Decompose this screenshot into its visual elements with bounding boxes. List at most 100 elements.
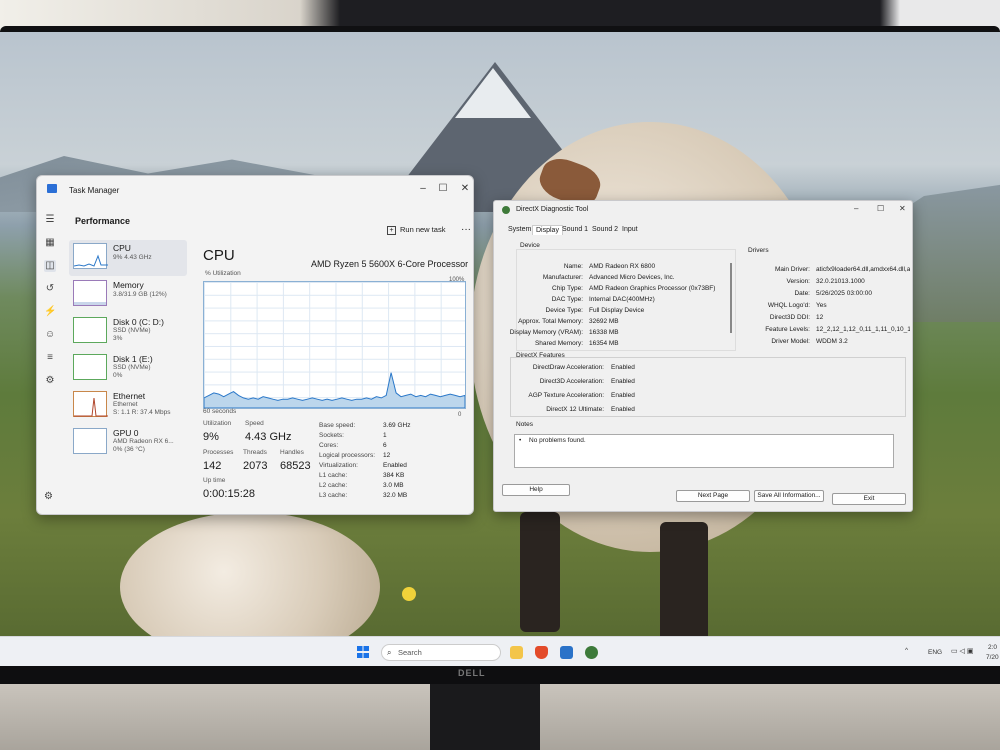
device-key: Display Memory (VRAM):: [509, 329, 583, 336]
tab-sound-1[interactable]: Sound 1: [562, 226, 588, 233]
monitor-chin: [0, 666, 1000, 684]
utilization-label: Utilization: [203, 420, 232, 427]
tab-input[interactable]: Input: [622, 226, 638, 233]
handles-label: Handles: [280, 449, 304, 456]
settings-icon[interactable]: ⚙: [44, 491, 53, 502]
network-volume-icons[interactable]: ▭ ◁ ▣: [951, 647, 974, 655]
utilization-value: 9%: [203, 431, 219, 443]
uptime-value: 0:00:15:28: [203, 488, 255, 500]
resource-sub: 3%: [113, 335, 123, 342]
ethernet-mini-graph: [73, 391, 108, 417]
device-key: Shared Memory:: [534, 340, 583, 347]
save-all-information-button[interactable]: Save All Information...: [754, 490, 824, 502]
graph-time-label: 60 seconds: [203, 408, 237, 415]
minimize-button[interactable]: –: [854, 204, 858, 213]
spec-key: Virtualization:: [319, 462, 358, 469]
brave-browser-icon[interactable]: [535, 646, 548, 659]
section-title: Performance: [75, 216, 131, 226]
processes-value: 142: [203, 460, 222, 472]
close-button[interactable]: ✕: [899, 204, 906, 213]
title-bar[interactable]: DirectX Diagnostic Tool – ☐ ✕: [494, 201, 912, 219]
feature-key: Direct3D Acceleration:: [539, 378, 604, 385]
startup-apps-icon[interactable]: ⚡: [44, 306, 56, 318]
resource-item-disk-1[interactable]: Disk 1 (E:) SSD (NVMe) 0%: [69, 351, 187, 387]
clock-date[interactable]: 7/20: [986, 654, 999, 661]
resource-sub: Ethernet: [113, 401, 138, 408]
notes-box[interactable]: • No problems found.: [514, 434, 894, 468]
spec-key: L2 cache:: [319, 482, 348, 489]
driver-value: aticfx9loader64.dll,amdxx64.dll,amdxx: [816, 266, 910, 273]
feature-key: DirectDraw Acceleration:: [532, 364, 604, 371]
feature-value: Enabled: [611, 392, 635, 399]
performance-icon[interactable]: ◫: [44, 260, 56, 272]
dxdiag-icon: [502, 206, 510, 214]
task-manager-window[interactable]: Task Manager – ☐ ✕ ☰ ▦ ◫ ↺ ⚡ ☺ ≡ ⚙ ⚙ Per…: [36, 175, 474, 515]
resource-item-disk-0[interactable]: Disk 0 (C: D:) SSD (NVMe) 3%: [69, 314, 187, 350]
clock-time[interactable]: 2:0: [988, 644, 997, 651]
start-button[interactable]: [357, 646, 369, 658]
wallpaper-sheep: [120, 512, 380, 636]
task-manager-taskbar-icon[interactable]: [560, 646, 573, 659]
spec-value: 3.0 MB: [383, 482, 404, 489]
device-value: 16338 MB: [589, 329, 619, 336]
help-button[interactable]: Help: [502, 484, 570, 496]
driver-key: Direct3D DDI:: [769, 314, 810, 321]
wallpaper-sheep-leg: [520, 512, 560, 632]
run-new-task-button[interactable]: + Run new task: [387, 225, 445, 235]
more-options-button[interactable]: ···: [461, 224, 471, 235]
driver-value: WDDM 3.2: [816, 338, 848, 345]
language-indicator[interactable]: ENG: [928, 649, 942, 656]
resource-sub: 0% (36 °C): [113, 446, 145, 453]
minimize-button[interactable]: –: [413, 182, 433, 196]
resource-item-ethernet[interactable]: Ethernet Ethernet S: 1.1 R: 37.4 Mbps: [69, 388, 187, 424]
resource-item-gpu[interactable]: GPU 0 AMD Radeon RX 6... 0% (36 °C): [69, 425, 187, 461]
device-value: AMD Radeon RX 6800: [589, 263, 656, 270]
resource-item-cpu[interactable]: CPU 9% 4.43 GHz: [69, 240, 187, 276]
dxdiag-window[interactable]: DirectX Diagnostic Tool – ☐ ✕ System Dis…: [493, 200, 913, 512]
processes-icon[interactable]: ▦: [44, 237, 56, 249]
tab-display[interactable]: Display: [532, 225, 563, 235]
device-scrollbar[interactable]: [730, 263, 732, 333]
tab-system[interactable]: System: [508, 226, 531, 233]
spec-value: 32.0 MB: [383, 492, 408, 499]
maximize-button[interactable]: ☐: [877, 204, 884, 213]
spec-value: 6: [383, 442, 387, 449]
services-icon[interactable]: ⚙: [44, 375, 56, 387]
dxdiag-taskbar-icon[interactable]: [585, 646, 598, 659]
exit-button[interactable]: Exit: [832, 493, 906, 505]
details-icon[interactable]: ≡: [44, 352, 56, 364]
handles-value: 68523: [280, 460, 311, 472]
note-text: No problems found.: [529, 437, 586, 444]
driver-key: Version:: [786, 278, 811, 285]
search-box[interactable]: ⌕ Search: [381, 644, 501, 661]
users-icon[interactable]: ☺: [44, 329, 56, 341]
tab-sound-2[interactable]: Sound 2: [592, 226, 618, 233]
spec-key: L1 cache:: [319, 472, 348, 479]
file-explorer-icon[interactable]: [510, 646, 523, 659]
driver-value: 5/26/2025 03:00:00: [816, 290, 873, 297]
driver-value: 12: [816, 314, 824, 321]
speed-value: 4.43 GHz: [245, 431, 292, 443]
speed-label: Speed: [245, 420, 264, 427]
maximize-button[interactable]: ☐: [433, 182, 453, 196]
spec-key: Cores:: [319, 442, 339, 449]
resource-name: GPU 0: [113, 428, 139, 438]
title-bar[interactable]: Task Manager – ☐ ✕: [37, 176, 473, 202]
feature-key: DirectX 12 Ultimate:: [546, 406, 604, 413]
resource-name: Disk 0 (C: D:): [113, 317, 164, 327]
next-page-button[interactable]: Next Page: [676, 490, 750, 502]
hamburger-icon[interactable]: ☰: [44, 214, 56, 226]
cpu-usage-area: [203, 372, 466, 409]
cpu-model: AMD Ryzen 5 5600X 6-Core Processor: [311, 259, 469, 269]
search-icon: ⌕: [387, 648, 392, 657]
app-history-icon[interactable]: ↺: [44, 283, 56, 295]
device-key: Device Type:: [545, 307, 583, 314]
device-value: Internal DAC(400MHz): [589, 296, 655, 303]
device-key: Name:: [563, 263, 583, 270]
device-key: Approx. Total Memory:: [518, 318, 583, 325]
graph-min-label: 0: [458, 412, 462, 418]
resource-sub: 3.8/31.9 GB (12%): [113, 291, 167, 298]
close-button[interactable]: ✕: [455, 182, 473, 196]
resource-item-memory[interactable]: Memory 3.8/31.9 GB (12%): [69, 277, 187, 313]
chevron-up-icon[interactable]: ^: [905, 647, 908, 654]
